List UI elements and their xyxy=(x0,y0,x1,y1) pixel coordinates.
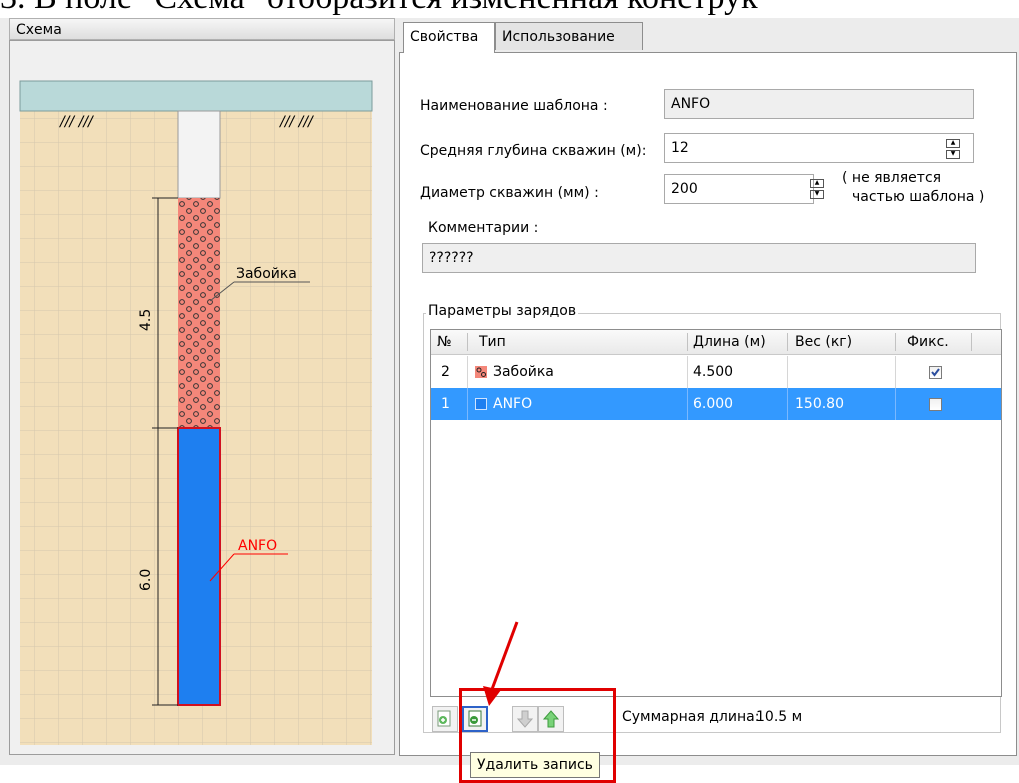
template-name-field[interactable]: ANFO xyxy=(664,89,974,119)
scheme-panel-title: Схема xyxy=(9,18,395,40)
add-record-button[interactable] xyxy=(432,706,458,732)
avg-depth-label: Средняя глубина скважин (м): xyxy=(420,143,647,159)
ground-hatch-right: /// /// xyxy=(278,114,314,130)
stemming-swatch-icon xyxy=(475,366,487,378)
total-length-label: Суммарная длина: xyxy=(622,709,760,725)
fixed-checkbox-checked[interactable] xyxy=(929,366,942,379)
anfo-charge-section xyxy=(177,427,221,706)
avg-depth-spinner-icon[interactable]: ▲ ▼ xyxy=(946,139,960,159)
template-editor-window: Схема /// /// /// /// 4.5 6.0 Забойка AN… xyxy=(0,18,1019,783)
document-heading-fragment: 3. В поле "Схема" отобразится измененная… xyxy=(0,0,758,18)
tooltip-delete-record: Удалить запись xyxy=(470,752,600,778)
column-header-length[interactable]: Длина (м) xyxy=(693,330,766,354)
stemming-callout-label: Забойка xyxy=(236,266,297,282)
anfo-swatch-icon xyxy=(475,398,487,410)
row-weight: 150.80 xyxy=(795,396,844,412)
comments-label: Комментарии : xyxy=(428,220,539,236)
column-header-weight[interactable]: Вес (кг) xyxy=(795,330,852,354)
total-length-value: 10.5 м xyxy=(756,709,803,725)
template-name-label: Наименование шаблона : xyxy=(420,98,608,114)
charge-parameters-title: Параметры зарядов xyxy=(426,303,579,319)
ground-hatch-left: /// /// xyxy=(58,114,94,130)
fixed-checkbox-unchecked[interactable] xyxy=(929,398,942,411)
anfo-callout-label: ANFO xyxy=(238,538,277,554)
comments-field[interactable]: ?????? xyxy=(422,243,976,273)
diameter-label: Диаметр скважин (мм) : xyxy=(420,185,599,201)
grid-header: № Тип Длина (м) Вес (кг) Фикс. xyxy=(431,330,1001,355)
row-length: 4.500 xyxy=(693,364,734,380)
diameter-note-line1: ( не является xyxy=(842,170,942,186)
table-row[interactable]: 2 Забойка 4.500 xyxy=(431,356,1001,388)
diameter-spinner-icon[interactable]: ▲ ▼ xyxy=(810,179,824,199)
diameter-field[interactable]: 200 xyxy=(664,174,814,204)
dimension-stemming-length: 4.5 xyxy=(138,309,154,331)
ground-surface xyxy=(19,80,373,112)
add-record-icon xyxy=(437,710,451,727)
borehole-empty-section xyxy=(177,110,221,199)
column-header-number[interactable]: № xyxy=(437,330,452,354)
table-row-selected[interactable]: 1 ANFO 6.000 150.80 xyxy=(431,388,1001,420)
row-type: Забойка xyxy=(493,364,554,380)
row-length: 6.000 xyxy=(693,396,734,412)
column-header-type[interactable]: Тип xyxy=(479,330,506,354)
row-number: 1 xyxy=(441,396,450,412)
tab-usage[interactable]: Использование xyxy=(495,22,643,50)
avg-depth-field[interactable]: 12 xyxy=(664,133,974,163)
dimension-charge-length: 6.0 xyxy=(138,569,154,591)
diameter-note-line2: частью шаблона ) xyxy=(852,189,985,205)
column-header-fixed[interactable]: Фикс. xyxy=(907,330,949,354)
borehole-diagram: /// /// /// /// 4.5 6.0 Забойка ANFO xyxy=(19,80,373,745)
row-number: 2 xyxy=(441,364,450,380)
row-type: ANFO xyxy=(493,396,533,412)
tab-properties[interactable]: Свойства xyxy=(403,22,495,53)
